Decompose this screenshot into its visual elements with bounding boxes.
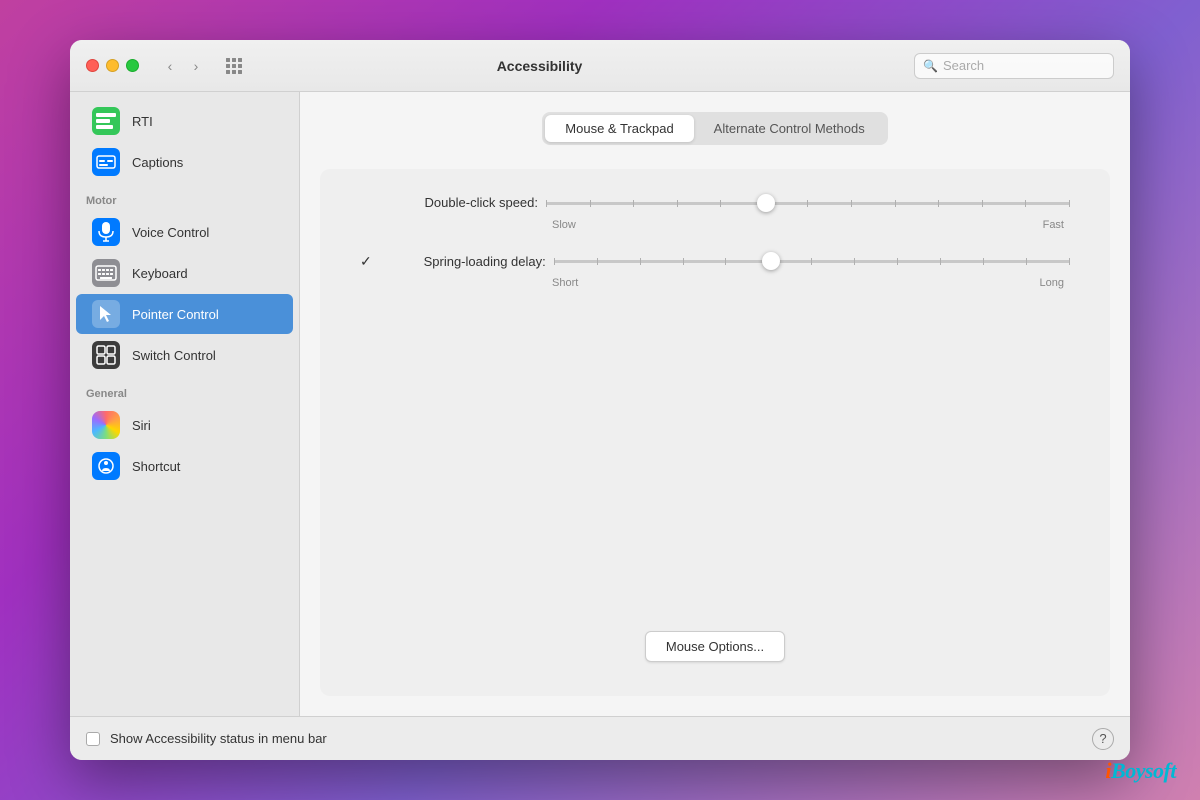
voice-control-icon xyxy=(92,218,120,246)
sidebar-item-switch-control[interactable]: Switch Control xyxy=(76,335,293,375)
sidebar-item-label-siri: Siri xyxy=(132,418,151,433)
sidebar-item-label-rti: RTI xyxy=(132,114,153,129)
help-button[interactable]: ? xyxy=(1092,728,1114,750)
switch-control-icon xyxy=(92,341,120,369)
double-click-max-label: Fast xyxy=(1043,219,1064,231)
search-box[interactable]: 🔍 Search xyxy=(914,53,1114,79)
rti-icon xyxy=(92,107,120,135)
spring-loading-label: Spring-loading delay: xyxy=(376,254,546,269)
double-click-speed-slider[interactable] xyxy=(546,193,1070,213)
tab-alternate-control[interactable]: Alternate Control Methods xyxy=(694,115,885,142)
double-click-speed-thumb[interactable] xyxy=(757,194,775,212)
double-click-speed-row: Double-click speed: xyxy=(360,193,1070,231)
spring-loading-slider[interactable] xyxy=(554,251,1070,271)
maximize-button[interactable] xyxy=(126,59,139,72)
watermark: iBoysoft xyxy=(1105,758,1176,784)
spring-loading-delay-row: ✓ Spring-loading delay: xyxy=(360,251,1070,289)
sidebar-item-label-voice-control: Voice Control xyxy=(132,225,209,240)
shortcut-icon xyxy=(92,452,120,480)
sidebar: RTI Captions Motor xyxy=(70,92,300,716)
show-accessibility-status-checkbox[interactable] xyxy=(86,732,100,746)
sidebar-section-motor: Motor xyxy=(70,183,299,211)
traffic-lights xyxy=(86,59,139,72)
tab-mouse-trackpad[interactable]: Mouse & Trackpad xyxy=(545,115,693,142)
double-click-speed-label-row: Double-click speed: xyxy=(360,193,1070,213)
content-area: Mouse & Trackpad Alternate Control Metho… xyxy=(300,92,1130,716)
watermark-suffix: Boysoft xyxy=(1111,758,1176,783)
spring-loading-label-row: ✓ Spring-loading delay: xyxy=(360,251,1070,271)
keyboard-icon xyxy=(92,259,120,287)
spring-loading-checkmark: ✓ xyxy=(360,253,372,270)
sidebar-item-voice-control[interactable]: Voice Control xyxy=(76,212,293,252)
sidebar-item-label-keyboard: Keyboard xyxy=(132,266,188,281)
mouse-options-button[interactable]: Mouse Options... xyxy=(645,631,785,662)
sidebar-item-keyboard[interactable]: Keyboard xyxy=(76,253,293,293)
siri-icon xyxy=(92,411,120,439)
sidebar-item-label-captions: Captions xyxy=(132,155,183,170)
minimize-button[interactable] xyxy=(106,59,119,72)
tab-bar: Mouse & Trackpad Alternate Control Metho… xyxy=(542,112,887,145)
sidebar-item-captions[interactable]: Captions xyxy=(76,142,293,182)
spring-loading-max-label: Long xyxy=(1040,277,1064,289)
settings-panel: Double-click speed: xyxy=(320,169,1110,696)
main-window: ‹ › Accessibility 🔍 Search xyxy=(70,40,1130,760)
slider-ticks2 xyxy=(554,260,1070,263)
titlebar: ‹ › Accessibility 🔍 Search xyxy=(70,40,1130,92)
spring-loading-thumb[interactable] xyxy=(762,252,780,270)
sidebar-item-siri[interactable]: Siri xyxy=(76,405,293,445)
close-button[interactable] xyxy=(86,59,99,72)
main-content: RTI Captions Motor xyxy=(70,92,1130,716)
window-title: Accessibility xyxy=(177,58,902,74)
sidebar-item-shortcut[interactable]: Shortcut xyxy=(76,446,293,486)
captions-icon xyxy=(92,148,120,176)
watermark-prefix: i xyxy=(1105,758,1111,783)
pointer-control-icon xyxy=(92,300,120,328)
sidebar-item-rti[interactable]: RTI xyxy=(76,101,293,141)
search-icon: 🔍 xyxy=(923,59,938,73)
sidebar-item-label-shortcut: Shortcut xyxy=(132,459,180,474)
search-placeholder: Search xyxy=(943,58,984,73)
slider-ticks xyxy=(546,202,1070,205)
double-click-min-label: Slow xyxy=(552,219,576,231)
sidebar-item-pointer-control[interactable]: Pointer Control xyxy=(76,294,293,334)
bottom-bar: Show Accessibility status in menu bar ? xyxy=(70,716,1130,760)
spring-loading-checkbox-area: ✓ Spring-loading delay: xyxy=(360,253,546,270)
show-accessibility-status-label: Show Accessibility status in menu bar xyxy=(110,731,327,746)
spring-loading-min-label: Short xyxy=(552,277,578,289)
sidebar-item-label-pointer-control: Pointer Control xyxy=(132,307,219,322)
double-click-speed-label: Double-click speed: xyxy=(425,195,538,210)
sidebar-item-label-switch-control: Switch Control xyxy=(132,348,216,363)
sidebar-section-general: General xyxy=(70,376,299,404)
